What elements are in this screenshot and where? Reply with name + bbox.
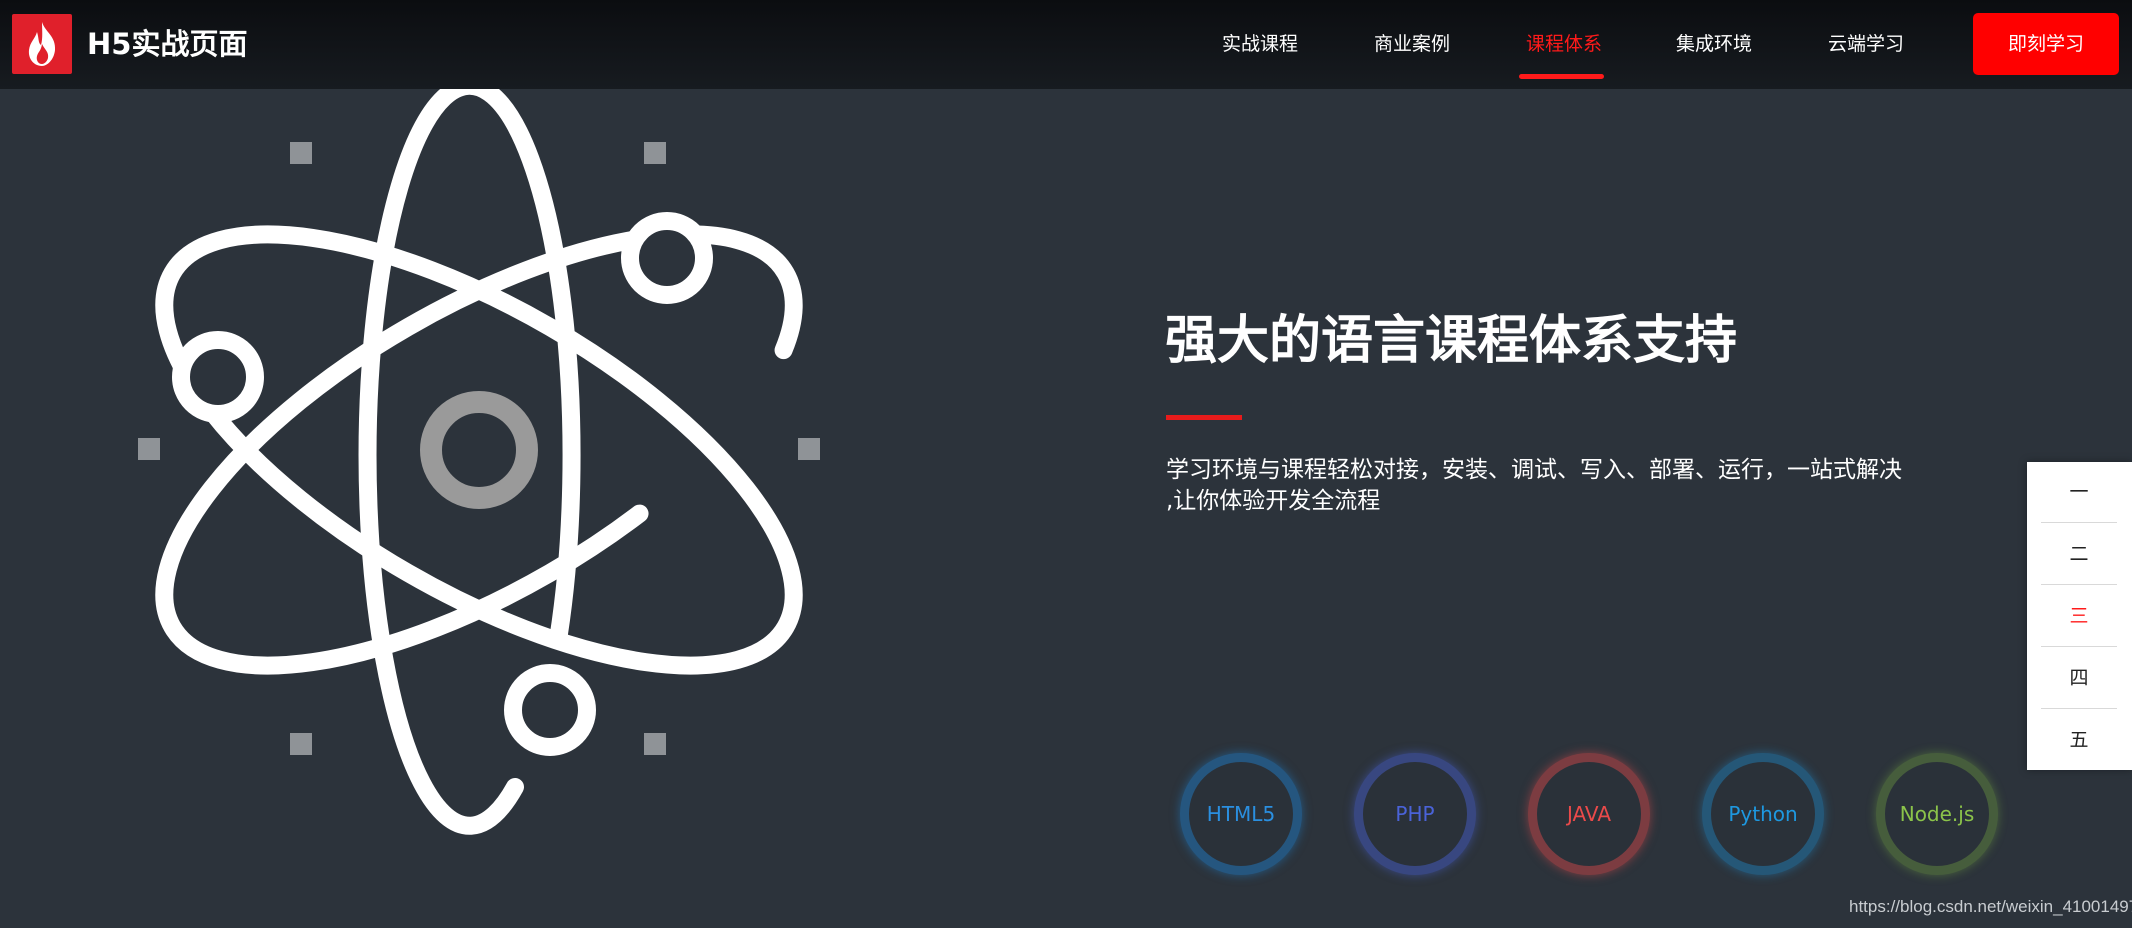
side-page-nav: 一 二 三 四 五 (2027, 462, 2132, 770)
lang-label-html5: HTML5 (1206, 802, 1276, 826)
nav-item-practical-courses[interactable]: 实战课程 (1222, 28, 1298, 60)
lang-label-php: PHP (1395, 802, 1435, 826)
side-nav-item-1[interactable]: 一 (2041, 462, 2117, 523)
headline-accent-bar (1166, 415, 1242, 420)
side-nav-item-4[interactable]: 四 (2041, 648, 2117, 709)
learn-now-button[interactable]: 即刻学习 (1973, 13, 2119, 75)
hero-description: 学习环境与课程轻松对接，安装、调试、写入、部署、运行，一站式解决 ,让你体验开发… (1166, 455, 1906, 517)
side-nav-item-3[interactable]: 三 (2041, 586, 2117, 647)
nav-item-cloud-learning[interactable]: 云端学习 (1828, 28, 1904, 60)
side-nav-item-5[interactable]: 五 (2041, 710, 2117, 771)
lang-circle-html5[interactable]: HTML5 (1180, 753, 1302, 875)
lang-circle-java[interactable]: JAVA (1528, 753, 1650, 875)
hero-headline: 强大的语言课程体系支持 (1165, 311, 1738, 371)
lang-circle-php[interactable]: PHP (1354, 753, 1476, 875)
nav-item-business-cases[interactable]: 商业案例 (1374, 28, 1450, 60)
nav-item-integrated-env[interactable]: 集成环境 (1676, 28, 1752, 60)
lang-label-python: Python (1728, 802, 1798, 826)
lang-label-java: JAVA (1566, 802, 1612, 826)
nav-item-course-system[interactable]: 课程体系 (1526, 28, 1602, 60)
active-nav-underline (1519, 74, 1604, 79)
lang-label-nodejs: Node.js (1899, 802, 1975, 826)
side-nav-item-2[interactable]: 二 (2041, 524, 2117, 585)
hero-description-line-1: 学习环境与课程轻松对接，安装、调试、写入、部署、运行，一站式解决 (1166, 457, 1902, 483)
top-header: H5实战页面 实战课程 商业案例 课程体系 集成环境 云端学习 即刻学习 (0, 0, 2132, 89)
flame-logo-icon[interactable] (12, 14, 72, 74)
hero-description-line-2: ,让你体验开发全流程 (1166, 488, 1381, 514)
watermark-url: https://blog.csdn.net/weixin_41001497 (1849, 897, 2132, 916)
lang-circle-python[interactable]: Python (1702, 753, 1824, 875)
site-title: H5实战页面 (87, 27, 248, 61)
atom-illustration (138, 76, 820, 835)
lang-circle-nodejs[interactable]: Node.js (1876, 753, 1998, 875)
